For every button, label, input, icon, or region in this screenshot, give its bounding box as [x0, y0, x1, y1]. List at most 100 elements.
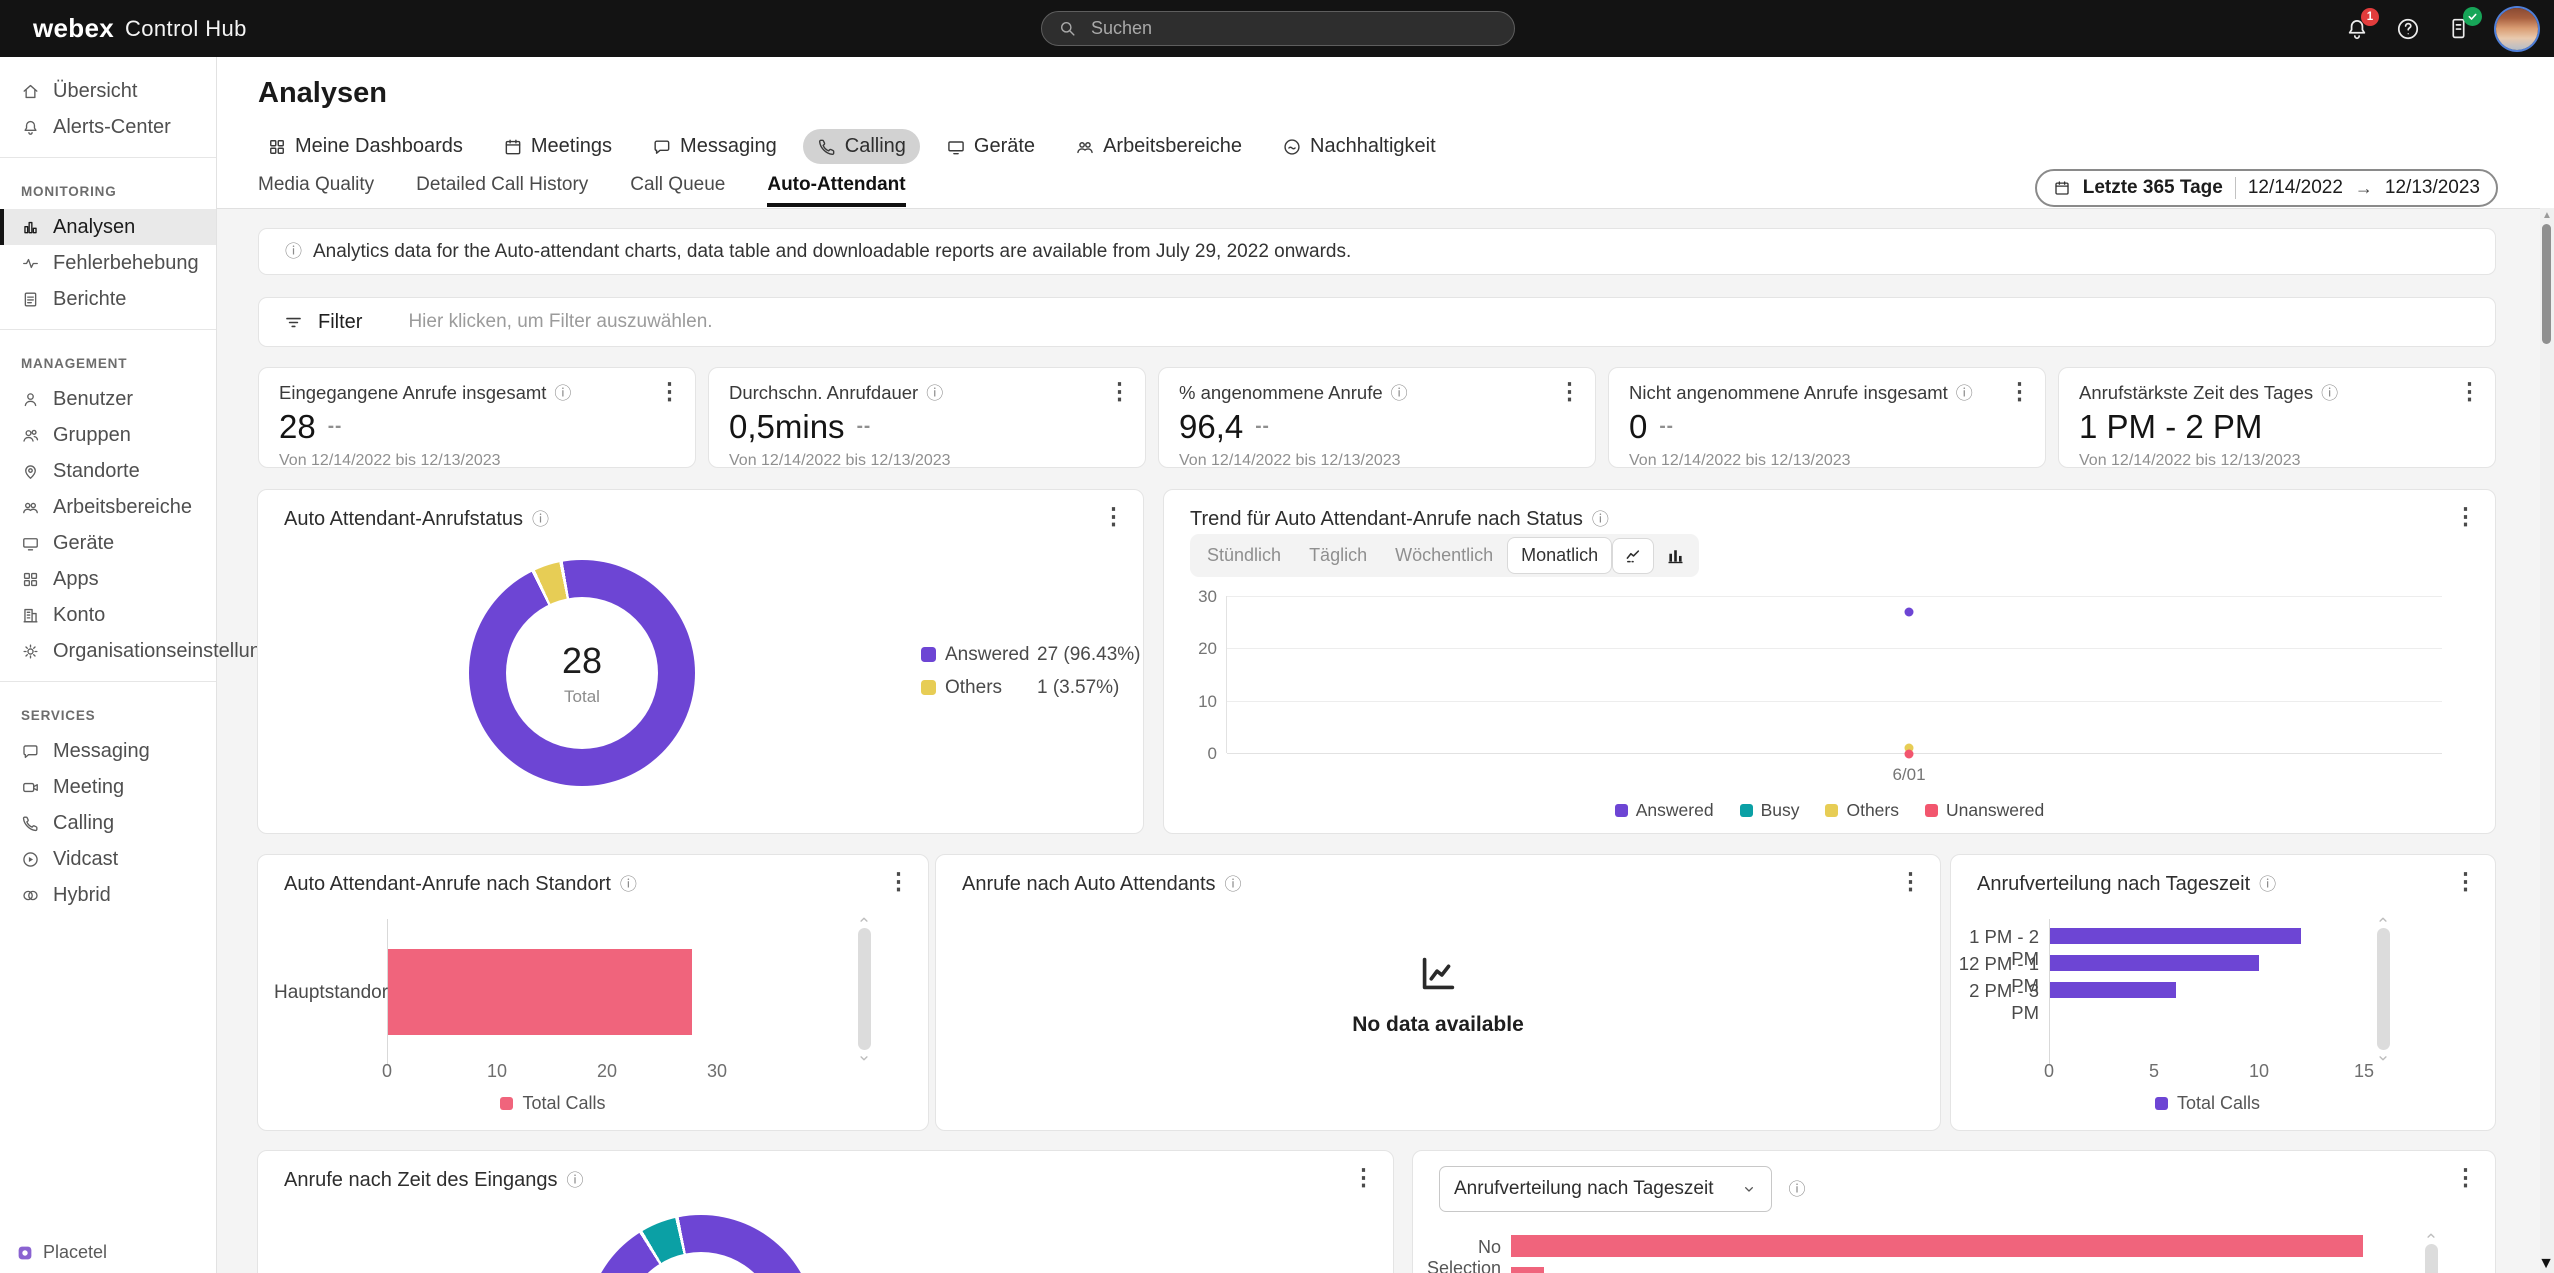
kpi-period: Von 12/14/2022 bis 12/13/2023 [1629, 452, 2025, 470]
user-avatar[interactable] [2496, 8, 2538, 50]
subtab-call-queue[interactable]: Call Queue [630, 174, 725, 207]
info-icon[interactable]: ⓘ [1788, 1181, 1805, 1198]
tab-arbeitsbereiche[interactable]: Arbeitsbereiche [1061, 129, 1256, 164]
sidebar-item-uebersicht[interactable]: Übersicht [0, 73, 216, 109]
filter-bar[interactable]: Filter Hier klicken, um Filter auszuwähl… [258, 297, 2496, 347]
info-banner-text: Analytics data for the Auto-attendant ch… [313, 241, 1351, 263]
kpi-card-nicht-angenommene: Nicht angenommene Anrufe insgesamtⓘ ⋮ 0-… [1608, 367, 2046, 468]
info-icon[interactable]: ⓘ [532, 511, 549, 528]
data-point-answered [1905, 608, 1914, 617]
page-scrollbar-thumb[interactable] [2542, 224, 2551, 344]
sidebar-item-arbeitsbereiche[interactable]: Arbeitsbereiche [0, 489, 216, 525]
bar-chart-toggle-button[interactable] [1655, 539, 1695, 573]
info-icon[interactable]: ⓘ [567, 1172, 584, 1189]
subtab-detailed-call-history[interactable]: Detailed Call History [416, 174, 588, 207]
kpi-trend: -- [1659, 416, 1674, 438]
help-button[interactable] [2395, 16, 2421, 42]
info-icon[interactable]: ⓘ [2259, 876, 2276, 893]
subtab-auto-attendant[interactable]: Auto-Attendant [767, 174, 905, 207]
info-icon[interactable]: ⓘ [2321, 385, 2338, 402]
kebab-menu-button[interactable]: ⋮ [2008, 380, 2031, 403]
chart-select-dropdown[interactable]: Anrufverteilung nach Tageszeit [1439, 1166, 1772, 1212]
tasks-button[interactable] [2446, 16, 2471, 41]
kebab-menu-button[interactable]: ⋮ [658, 380, 681, 403]
chart-scrollbar[interactable] [2375, 913, 2391, 1065]
info-icon[interactable]: ⓘ [1956, 385, 1973, 402]
sidebar-item-label: Alerts-Center [53, 116, 171, 139]
play-circle-icon [21, 850, 40, 869]
chart-scrollbar[interactable] [2423, 1229, 2439, 1273]
sidebar-item-vidcast[interactable]: Vidcast [0, 841, 216, 877]
sidebar-item-gruppen[interactable]: Gruppen [0, 417, 216, 453]
sidebar-item-label: Konto [53, 604, 105, 627]
tab-messaging[interactable]: Messaging [638, 129, 791, 164]
sidebar-item-benutzer[interactable]: Benutzer [0, 381, 216, 417]
kebab-menu-button[interactable]: ⋮ [2454, 870, 2477, 893]
empty-state: No data available [936, 951, 1940, 1037]
trend-legend: Answered Busy Others Unanswered [1164, 800, 2495, 821]
date-range-picker[interactable]: Letzte 365 Tage 12/14/2022 → 12/13/2023 [2035, 169, 2498, 207]
kebab-menu-button[interactable]: ⋮ [887, 870, 910, 893]
tab-meine-dashboards[interactable]: Meine Dashboards [253, 129, 477, 164]
sidebar-item-hybrid[interactable]: Hybrid [0, 877, 216, 913]
global-search[interactable] [1041, 11, 1515, 46]
kpi-value: 28 [279, 408, 316, 446]
tab-meetings[interactable]: Meetings [489, 129, 626, 164]
sidebar-item-fehlerbehebung[interactable]: Fehlerbehebung [0, 245, 216, 281]
info-icon[interactable]: ⓘ [1225, 876, 1242, 893]
kebab-menu-button[interactable]: ⋮ [1352, 1166, 1375, 1189]
tab-calling[interactable]: Calling [803, 129, 920, 164]
info-icon[interactable]: ⓘ [1592, 511, 1609, 528]
sidebar-item-berichte[interactable]: Berichte [0, 281, 216, 317]
scrollbar-thumb[interactable] [2377, 928, 2390, 1050]
chart-scrollbar[interactable] [856, 913, 872, 1065]
kebab-menu-button[interactable]: ⋮ [1108, 380, 1131, 403]
info-icon[interactable]: ⓘ [926, 385, 943, 402]
legend-label: Others [945, 677, 1037, 699]
search-input[interactable] [1089, 17, 1498, 40]
legend-swatch [1615, 804, 1628, 817]
granularity-monatlich[interactable]: Monatlich [1508, 538, 1611, 573]
info-icon[interactable]: ⓘ [620, 876, 637, 893]
sidebar-item-alerts-center[interactable]: Alerts-Center [0, 109, 216, 145]
kebab-menu-button[interactable]: ⋮ [2458, 380, 2481, 403]
sidebar-item-apps[interactable]: Apps [0, 561, 216, 597]
tab-nachhaltigkeit[interactable]: Nachhaltigkeit [1268, 129, 1450, 164]
sidebar-item-konto[interactable]: Konto [0, 597, 216, 633]
kebab-menu-button[interactable]: ⋮ [2454, 505, 2477, 528]
bar-no-selection [1511, 1235, 2363, 1257]
sidebar-item-geraete[interactable]: Geräte [0, 525, 216, 561]
empty-chart-icon [1415, 951, 1461, 997]
calling-subtabs: Media Quality Detailed Call History Call… [258, 174, 906, 207]
scrollbar-thumb[interactable] [858, 928, 871, 1050]
kebab-menu-button[interactable]: ⋮ [2454, 1166, 2477, 1189]
scroll-up-arrow-icon[interactable]: ▲ [2540, 210, 2554, 221]
subtab-media-quality[interactable]: Media Quality [258, 174, 374, 207]
sidebar-item-standorte[interactable]: Standorte [0, 453, 216, 489]
sidebar-item-organisationseinstellungen[interactable]: Organisationseinstellun... [0, 633, 216, 669]
sidebar-item-meeting[interactable]: Meeting [0, 769, 216, 805]
scroll-down-arrow-icon[interactable]: ▼ [2536, 1255, 2554, 1273]
kebab-menu-button[interactable]: ⋮ [1102, 505, 1125, 528]
card-anrufverteilung-detail: Anrufverteilung nach Tageszeit ⓘ ⋮ No Se… [1412, 1150, 2496, 1273]
granularity-woechentlich[interactable]: Wöchentlich [1382, 538, 1506, 573]
notifications-button[interactable]: 1 [2344, 16, 2370, 42]
line-chart-toggle-button[interactable] [1613, 539, 1653, 573]
granularity-taeglich[interactable]: Täglich [1296, 538, 1380, 573]
sidebar-item-messaging[interactable]: Messaging [0, 733, 216, 769]
tab-geraete[interactable]: Geräte [932, 129, 1049, 164]
gear-icon [21, 642, 40, 661]
sidebar-item-calling[interactable]: Calling [0, 805, 216, 841]
page-title: Analysen [258, 77, 387, 110]
granularity-stuendlich[interactable]: Stündlich [1194, 538, 1294, 573]
sidebar-footer-label: Placetel [43, 1242, 107, 1263]
scrollbar-thumb[interactable] [2425, 1244, 2438, 1273]
kebab-menu-button[interactable]: ⋮ [1899, 870, 1922, 893]
sidebar-item-analysen[interactable]: Analysen [0, 209, 216, 245]
category-label: Hauptstandort [274, 982, 380, 1004]
placetel-logo-icon [16, 1244, 34, 1262]
info-icon[interactable]: ⓘ [554, 385, 571, 402]
kebab-menu-button[interactable]: ⋮ [1558, 380, 1581, 403]
page-scrollbar[interactable]: ▲ ▼ [2540, 208, 2554, 1273]
info-icon[interactable]: ⓘ [1391, 385, 1408, 402]
